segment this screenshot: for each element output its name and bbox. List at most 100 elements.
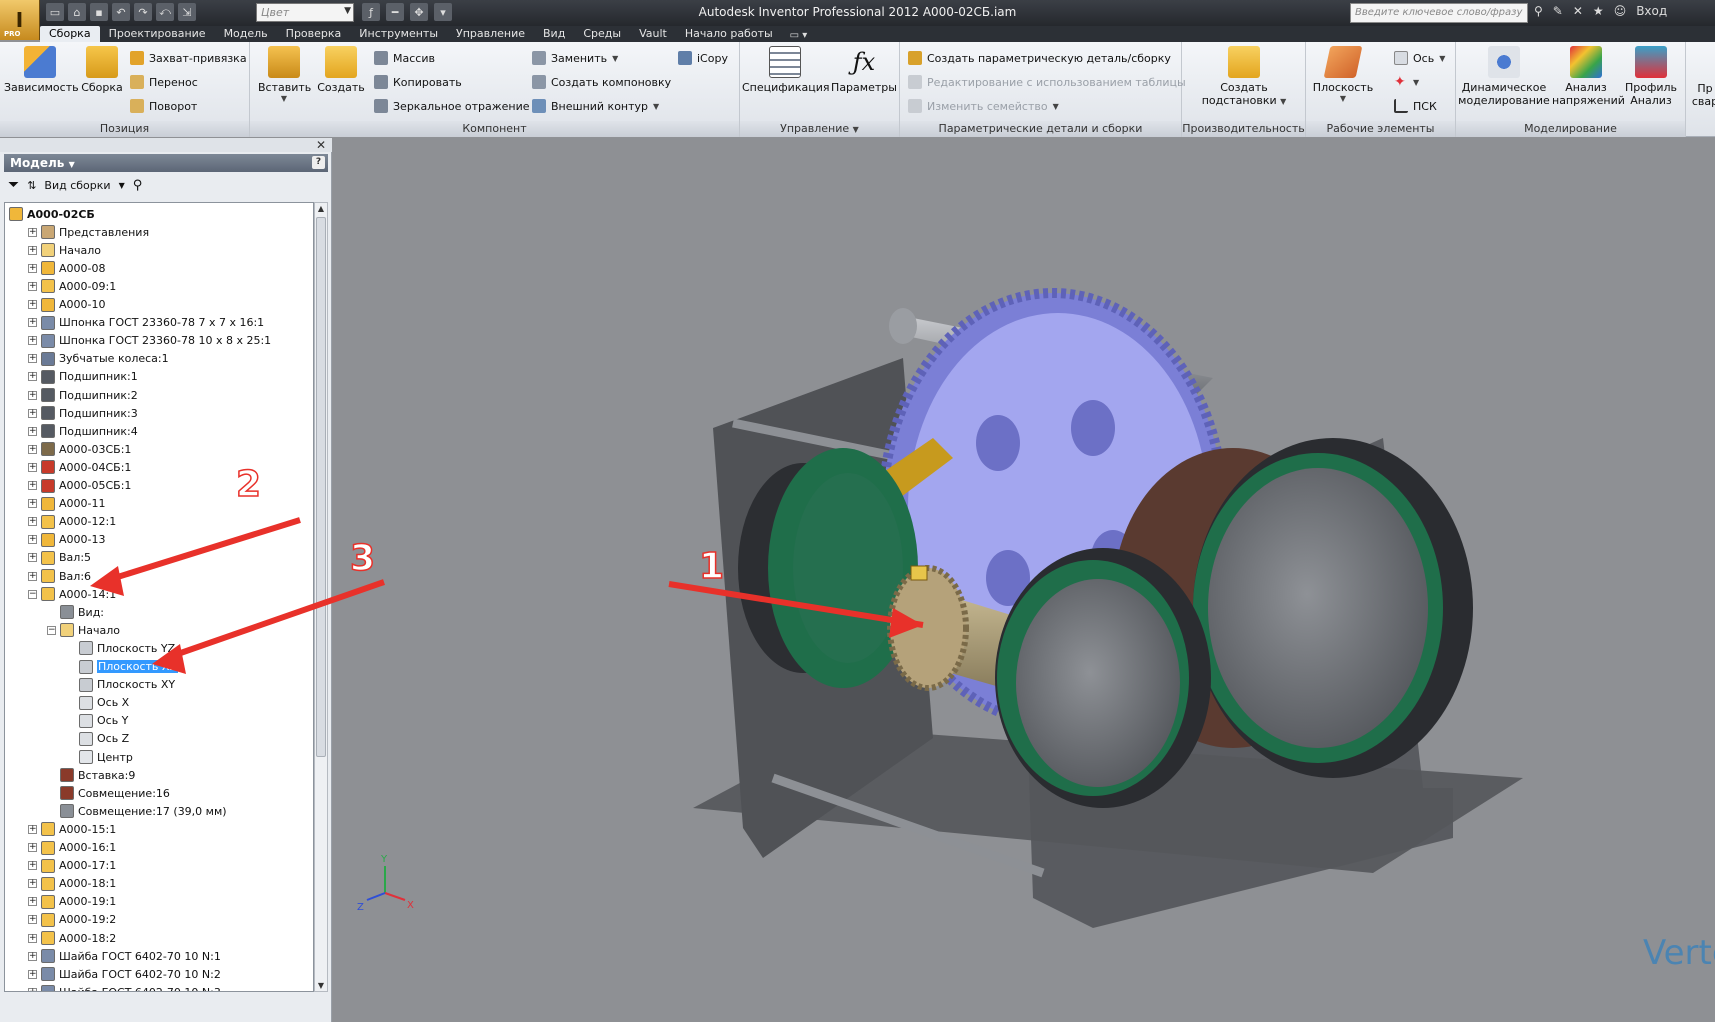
tree-row[interactable]: + Подшипник:2 (28, 386, 138, 404)
tree-row[interactable]: + Шпонка ГОСТ 23360-78 10 x 8 x 25:1 (28, 332, 271, 350)
star-icon[interactable]: ★ (1593, 4, 1604, 18)
expand-icon[interactable]: + (28, 372, 37, 382)
application-menu-button[interactable]: I PRO (0, 0, 40, 40)
front-bearing-cap[interactable] (1016, 579, 1180, 787)
tree-row[interactable]: + Подшипник:4 (28, 422, 138, 440)
place-button[interactable]: Вставить ▼ (258, 46, 311, 103)
expand-icon[interactable]: + (28, 879, 37, 889)
create-component-button[interactable]: Создать (316, 46, 366, 94)
tree-scrollbar[interactable]: ▲ ▼ (314, 202, 328, 992)
tree-row[interactable]: Совмещение:17 (39,0 мм) (47, 802, 227, 820)
tree-row[interactable]: + А000-18:1 (28, 875, 116, 893)
pattern-button[interactable]: Массив (374, 48, 435, 68)
return-icon[interactable]: ⤺ (156, 3, 174, 21)
tree-row[interactable]: + А000-15:1 (28, 820, 116, 838)
tree-row[interactable]: + А000-10 (28, 296, 106, 314)
expand-icon[interactable]: + (28, 462, 37, 472)
expand-icon[interactable]: + (28, 354, 37, 364)
collapse-icon[interactable]: − (28, 589, 37, 599)
point-button[interactable]: ✦ ▼ (1394, 72, 1419, 92)
expand-icon[interactable]: + (28, 481, 37, 490)
tree-row[interactable]: + А000-19:2 (28, 911, 116, 929)
open-icon[interactable]: ⌂ (68, 3, 86, 21)
x-icon[interactable]: ✕ (1573, 4, 1583, 18)
tree-row[interactable]: + Вал:5 (28, 549, 91, 567)
rotate-button[interactable]: Поворот (130, 96, 197, 116)
expand-icon[interactable]: + (28, 263, 37, 273)
expand-icon[interactable]: + (28, 336, 37, 346)
expand-icon[interactable]: + (28, 535, 37, 545)
binoculars-icon[interactable]: ⚲ (1534, 4, 1543, 18)
tree-row[interactable]: + Представления (28, 223, 149, 241)
dynamic-simulation-button[interactable]: Динамическое моделирование (1458, 46, 1550, 107)
help-icon[interactable]: ? (312, 156, 325, 169)
tree-row[interactable]: Вид: (47, 603, 104, 621)
tree-row[interactable]: + А000-17:1 (28, 857, 116, 875)
expand-icon[interactable]: + (28, 897, 37, 907)
expand-icon[interactable]: + (28, 390, 37, 400)
search-input[interactable]: Введите ключевое слово/фразу (1350, 3, 1528, 23)
right-bearing-cap[interactable] (1208, 468, 1428, 748)
tree-row[interactable]: Плоскость YZ (66, 639, 175, 657)
tree-row[interactable]: Вставка:9 (47, 766, 135, 784)
expand-icon[interactable]: + (28, 969, 37, 979)
expand-icon[interactable]: + (28, 245, 37, 255)
expand-icon[interactable]: + (28, 571, 37, 581)
tab-view[interactable]: Вид (534, 26, 574, 42)
tree-row[interactable]: Плоскость XY (66, 676, 175, 694)
assembly-model-view[interactable]: Y X Z Verte 1 (333, 138, 1715, 1022)
tab-model[interactable]: Модель (215, 26, 277, 42)
scroll-up-icon[interactable]: ▲ (315, 204, 327, 213)
new-icon[interactable]: ▭ (46, 3, 64, 21)
chevron-down-icon[interactable]: ▼ (119, 181, 125, 190)
tab-inspect[interactable]: Проверка (277, 26, 351, 42)
move-button[interactable]: Перенос (130, 72, 198, 92)
expand-icon[interactable]: + (28, 553, 37, 563)
tree-row[interactable]: + Шайба ГОСТ 6402-70 10 N:1 (28, 947, 221, 965)
ribbon-minimize-icon[interactable]: ▭ ▾ (782, 29, 816, 42)
frame-analysis-button[interactable]: Профиль Анализ (1622, 46, 1680, 107)
tree-row[interactable]: + А000-04СБ:1 (28, 458, 131, 476)
tree-row[interactable]: Ось Y (66, 712, 128, 730)
expand-icon[interactable]: + (28, 444, 37, 454)
expand-icon[interactable]: + (28, 824, 37, 834)
tab-manage[interactable]: Управление (447, 26, 534, 42)
select-icon[interactable]: ⇲ (178, 3, 196, 21)
tree-row[interactable]: + А000-18:2 (28, 929, 116, 947)
assemble-button[interactable]: Сборка (78, 46, 126, 94)
graphics-viewport[interactable]: Y X Z Verte 1 (333, 138, 1715, 1022)
parameters-button[interactable]: ƒx Параметры (830, 46, 898, 94)
move-icon[interactable]: ✥ (410, 3, 428, 21)
tree-row[interactable]: + А000-12:1 (28, 513, 116, 531)
tree-row[interactable]: + Подшипник:3 (28, 404, 138, 422)
create-ipart-button[interactable]: Создать параметрическую деталь/сборку (908, 48, 1171, 68)
filter-icon[interactable]: ⏷ (8, 177, 19, 193)
tree-row[interactable]: + Начало (28, 241, 101, 259)
tree-row[interactable]: − Начало (47, 621, 120, 639)
axis-button[interactable]: Ось ▼ (1394, 48, 1445, 68)
tree-row[interactable]: + Подшипник:1 (28, 368, 138, 386)
fx-icon[interactable]: ƒ (362, 3, 380, 21)
tree-row[interactable]: + А000-19:1 (28, 893, 116, 911)
assembly-view-select[interactable]: Вид сборки (44, 179, 110, 192)
tree-row[interactable]: + Зубчатые колеса:1 (28, 350, 169, 368)
key-icon[interactable]: ✎ (1553, 4, 1563, 18)
tree-row[interactable]: Ось Z (66, 730, 129, 748)
tree-row[interactable]: − А000-14:1 (28, 585, 116, 603)
expand-icon[interactable]: + (28, 987, 37, 991)
expand-icon[interactable]: + (28, 843, 37, 852)
tree-row[interactable]: + А000-09:1 (28, 277, 116, 295)
mirror-button[interactable]: Зеркальное отражение (374, 96, 530, 116)
expand-icon[interactable]: + (28, 408, 37, 418)
scroll-down-icon[interactable]: ▼ (315, 981, 327, 990)
collapse-icon[interactable]: − (47, 625, 56, 635)
tree-row[interactable]: + Шайба ГОСТ 6402-70 10 N:3 (28, 983, 221, 991)
tree-row[interactable]: + А000-11 (28, 495, 106, 513)
constrain-button[interactable]: Зависимость (4, 46, 79, 94)
expand-icon[interactable]: + (28, 517, 37, 527)
shrinkwrap-button[interactable]: Внешний контур ▼ (532, 96, 659, 116)
edit-table-button[interactable]: Редактирование с использованием таблицы (908, 72, 1186, 92)
tree-row[interactable]: Ось X (66, 694, 129, 712)
tab-design[interactable]: Проектирование (100, 26, 215, 42)
scroll-thumb[interactable] (316, 217, 326, 757)
